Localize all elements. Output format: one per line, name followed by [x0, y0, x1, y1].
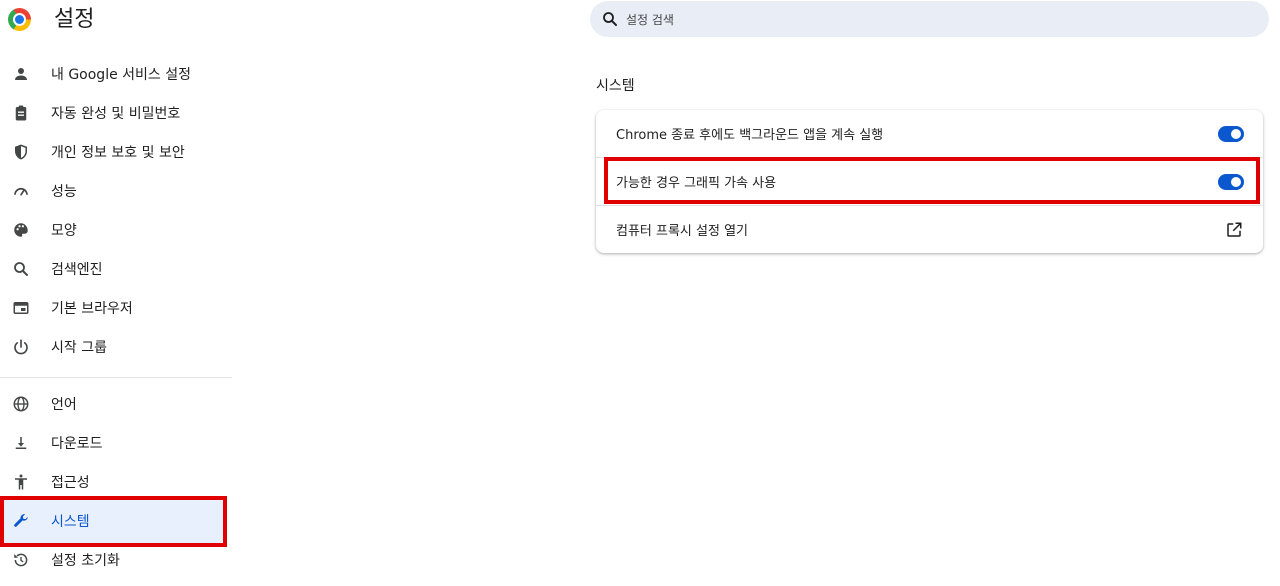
setting-label: 컴퓨터 프록시 설정 열기 — [616, 224, 748, 239]
sidebar-item-label: 시작 그룹 — [51, 340, 107, 356]
search-bar[interactable]: 설정 검색 — [590, 1, 1269, 37]
sidebar-item-label: 접근성 — [51, 475, 90, 491]
sidebar-item-appearance[interactable]: 모양 — [0, 211, 232, 249]
setting-row-background-apps[interactable]: Chrome 종료 후에도 백그라운드 앱을 계속 실행 — [596, 110, 1263, 157]
sidebar-item-label: 시스템 — [51, 514, 90, 530]
sidebar-item-system[interactable]: 시스템 — [0, 502, 232, 540]
sidebar-item-label: 다운로드 — [51, 436, 103, 452]
sidebar-item-performance[interactable]: 성능 — [0, 172, 232, 210]
sidebar-item-downloads[interactable]: 다운로드 — [0, 424, 232, 462]
search-icon — [601, 10, 619, 28]
page-title: 설정 — [54, 7, 95, 32]
accessibility-icon — [11, 472, 31, 492]
setting-label: 가능한 경우 그래픽 가속 사용 — [616, 176, 777, 191]
shield-icon — [11, 142, 31, 162]
browser-icon — [11, 298, 31, 318]
setting-label: Chrome 종료 후에도 백그라운드 앱을 계속 실행 — [616, 128, 884, 143]
clipboard-icon — [11, 103, 31, 123]
sidebar-item-languages[interactable]: 언어 — [0, 385, 232, 423]
toggle-knob — [1231, 128, 1241, 139]
setting-row-hardware-acceleration[interactable]: 가능한 경우 그래픽 가속 사용 — [596, 158, 1263, 205]
sidebar-item-label: 개인 정보 보호 및 보안 — [51, 145, 185, 161]
person-icon — [11, 64, 31, 84]
sidebar-item-privacy[interactable]: 개인 정보 보호 및 보안 — [0, 133, 232, 171]
sidebar-item-label: 설정 초기화 — [51, 553, 120, 569]
sidebar-item-search-engine[interactable]: 검색엔진 — [0, 250, 232, 288]
settings-page: 설정 설정 검색 내 Google 서비스 설정 자동 완성 및 비밀번호 개인… — [0, 0, 1280, 586]
sidebar-item-accessibility[interactable]: 접근성 — [0, 463, 232, 501]
sidebar-divider — [0, 377, 232, 378]
search-input[interactable]: 설정 검색 — [626, 11, 674, 28]
external-link-icon[interactable] — [1225, 221, 1243, 239]
sidebar-item-label: 기본 브라우저 — [51, 301, 133, 317]
sidebar-item-default-browser[interactable]: 기본 브라우저 — [0, 289, 232, 327]
sidebar-item-label: 검색엔진 — [51, 262, 103, 278]
system-settings-card: Chrome 종료 후에도 백그라운드 앱을 계속 실행 가능한 경우 그래픽 … — [596, 110, 1263, 253]
background-apps-toggle[interactable] — [1218, 125, 1244, 142]
chrome-logo-icon — [8, 8, 31, 31]
search-icon — [11, 259, 31, 279]
download-icon — [11, 433, 31, 453]
sidebar-item-on-startup[interactable]: 시작 그룹 — [0, 328, 232, 366]
sidebar-item-autofill[interactable]: 자동 완성 및 비밀번호 — [0, 94, 232, 132]
toggle-knob — [1231, 176, 1241, 187]
power-icon — [11, 337, 31, 357]
section-title: 시스템 — [596, 78, 635, 94]
wrench-icon — [11, 511, 31, 531]
sidebar-item-reset-settings[interactable]: 설정 초기화 — [0, 541, 232, 579]
sidebar-item-label: 자동 완성 및 비밀번호 — [51, 106, 181, 122]
sidebar-item-label: 모양 — [51, 223, 77, 239]
globe-icon — [11, 394, 31, 414]
history-icon — [11, 550, 31, 570]
setting-row-proxy-settings[interactable]: 컴퓨터 프록시 설정 열기 — [596, 206, 1263, 253]
speedometer-icon — [11, 181, 31, 201]
sidebar-item-label: 성능 — [51, 184, 77, 200]
palette-icon — [11, 220, 31, 240]
sidebar-item-google-services[interactable]: 내 Google 서비스 설정 — [0, 55, 232, 93]
hardware-acceleration-toggle[interactable] — [1218, 173, 1244, 190]
sidebar-item-label: 내 Google 서비스 설정 — [51, 67, 191, 83]
sidebar-item-label: 언어 — [51, 397, 77, 413]
